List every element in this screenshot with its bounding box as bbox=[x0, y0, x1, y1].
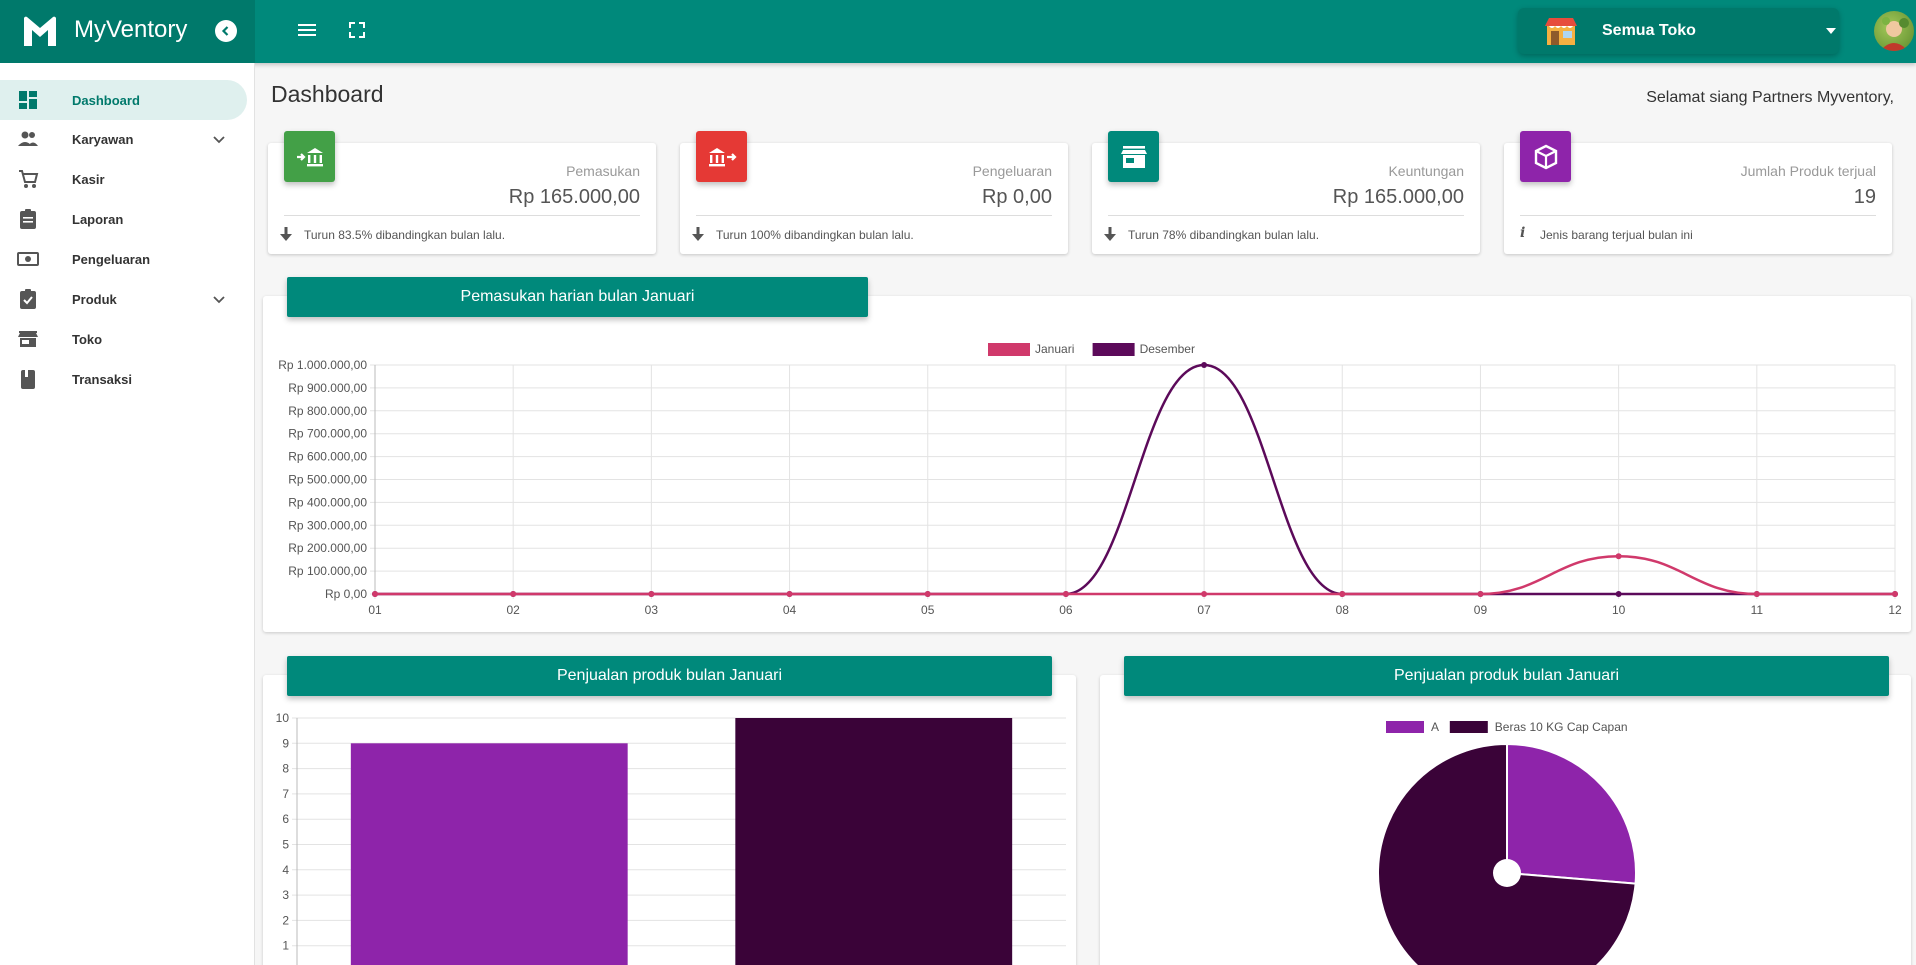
arrow-down-icon bbox=[280, 227, 292, 241]
stat-label: Jumlah Produk terjual bbox=[1740, 163, 1876, 179]
page-title: Dashboard bbox=[271, 81, 384, 107]
arrow-down-icon bbox=[1104, 227, 1116, 241]
sidebar-item-label: Produk bbox=[72, 291, 117, 307]
sidebar-item-label: Laporan bbox=[72, 211, 124, 227]
info-icon: i bbox=[1520, 225, 1526, 241]
stat-label: Pemasukan bbox=[566, 163, 640, 179]
stat-footnote: Turun 83.5% dibandingkan bulan lalu. bbox=[304, 228, 506, 242]
caret-down-icon bbox=[1826, 28, 1836, 34]
hamburger-menu-icon[interactable] bbox=[296, 19, 318, 41]
sidebar-item-label: Dashboard bbox=[72, 92, 140, 108]
chevron-left-icon bbox=[221, 26, 229, 36]
sidebar-item-kasir[interactable]: Kasir bbox=[0, 159, 247, 199]
box-icon bbox=[1520, 131, 1571, 182]
daily-income-panel bbox=[263, 296, 1911, 632]
stat-card-income: Pemasukan Rp 165.000,00 Turun 83.5% diba… bbox=[268, 131, 656, 254]
money-icon bbox=[17, 252, 39, 266]
sidebar-item-label: Karyawan bbox=[72, 131, 134, 147]
sidebar-item-produk[interactable]: Produk bbox=[0, 279, 247, 319]
stat-card-expense: Pengeluaran Rp 0,00 Turun 100% dibanding… bbox=[680, 131, 1068, 254]
stat-label: Keuntungan bbox=[1388, 163, 1464, 179]
stat-card-profit: Keuntungan Rp 165.000,00 Turun 78% diban… bbox=[1092, 131, 1480, 254]
sidebar: Dashboard Karyawan Kasir Laporan Pengelu… bbox=[0, 63, 255, 965]
sidebar-item-karyawan[interactable]: Karyawan bbox=[0, 119, 247, 159]
stat-label: Pengeluaran bbox=[972, 163, 1052, 179]
sidebar-item-transaksi[interactable]: Transaksi bbox=[0, 359, 247, 399]
user-avatar-image bbox=[1880, 17, 1909, 51]
arrow-down-icon bbox=[692, 227, 704, 241]
greeting-text: Selamat siang Partners Myventory, bbox=[1646, 89, 1894, 106]
daily-income-panel-title: Pemasukan harian bulan Januari bbox=[287, 277, 868, 317]
sidebar-item-label: Kasir bbox=[72, 171, 105, 187]
avatar[interactable] bbox=[1874, 11, 1914, 51]
clipboard-icon bbox=[20, 209, 36, 229]
income-bank-icon bbox=[284, 131, 335, 182]
stat-footnote: Turun 100% dibandingkan bulan lalu. bbox=[716, 228, 914, 242]
divider bbox=[1520, 215, 1876, 216]
stat-value: Rp 165.000,00 bbox=[508, 186, 640, 208]
stat-footnote: Turun 78% dibandingkan bulan lalu. bbox=[1128, 228, 1320, 242]
sidebar-item-label: Transaksi bbox=[72, 371, 132, 387]
checklist-icon bbox=[20, 289, 36, 309]
sidebar-item-laporan[interactable]: Laporan bbox=[0, 199, 247, 239]
product-sales-bar-panel bbox=[263, 675, 1076, 965]
app-name: MyVentory bbox=[74, 16, 188, 43]
fullscreen-icon[interactable] bbox=[346, 19, 368, 41]
cart-icon bbox=[19, 170, 39, 188]
sidebar-item-label: Toko bbox=[72, 331, 103, 347]
divider bbox=[284, 215, 640, 216]
expense-bank-icon bbox=[696, 131, 747, 182]
brand: MyVentory bbox=[0, 0, 255, 63]
product-sales-pie-panel bbox=[1100, 675, 1911, 965]
sidebar-item-label: Pengeluaran bbox=[72, 251, 151, 267]
book-icon bbox=[21, 370, 35, 389]
sidebar-item-dashboard[interactable]: Dashboard bbox=[0, 80, 247, 120]
sidebar-item-toko[interactable]: Toko bbox=[0, 319, 247, 359]
divider bbox=[696, 215, 1052, 216]
store-selector[interactable]: Semua Toko bbox=[1518, 8, 1839, 54]
chevron-down-icon bbox=[213, 136, 225, 144]
divider bbox=[1108, 215, 1464, 216]
stat-footnote: Jenis barang terjual bulan ini bbox=[1540, 228, 1693, 242]
stat-value: Rp 0,00 bbox=[981, 186, 1052, 208]
storefront-icon bbox=[1108, 131, 1159, 182]
product-sales-pie-panel-title: Penjualan produk bulan Januari bbox=[1124, 656, 1889, 696]
collapse-sidebar-button[interactable] bbox=[215, 20, 237, 42]
stat-value: Rp 165.000,00 bbox=[1332, 186, 1464, 208]
dashboard-icon bbox=[19, 91, 37, 109]
stat-value: 19 bbox=[1853, 186, 1876, 208]
product-sales-bar-panel-title: Penjualan produk bulan Januari bbox=[287, 656, 1052, 696]
stat-card-products-sold: Jumlah Produk terjual 19 i Jenis barang … bbox=[1504, 131, 1892, 254]
app-logo-icon bbox=[24, 16, 56, 46]
shop-icon bbox=[1545, 18, 1577, 45]
sidebar-item-pengeluaran[interactable]: Pengeluaran bbox=[0, 239, 247, 279]
top-bar: MyVentory Semua Toko bbox=[0, 0, 1916, 63]
store-selector-label: Semua Toko bbox=[1602, 22, 1696, 39]
chevron-down-icon bbox=[213, 296, 225, 304]
store-icon bbox=[18, 331, 38, 347]
people-icon bbox=[18, 131, 38, 146]
